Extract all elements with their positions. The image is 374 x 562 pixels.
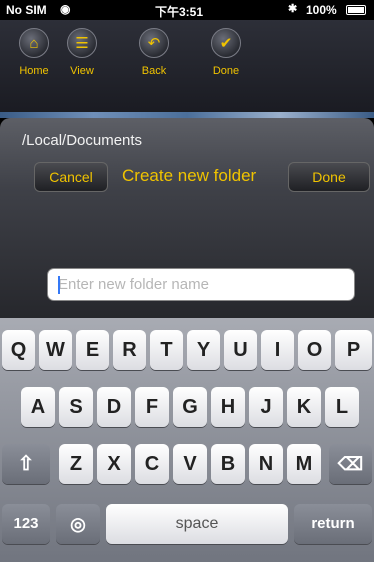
key-s[interactable]: S: [59, 387, 93, 427]
battery-icon: [346, 5, 366, 15]
create-folder-dialog: /Local/Documents Cancel Create new folde…: [0, 118, 374, 318]
key-k[interactable]: K: [287, 387, 321, 427]
key-m[interactable]: M: [287, 444, 321, 484]
view-label: View: [70, 65, 94, 77]
key-a[interactable]: A: [21, 387, 55, 427]
key-g[interactable]: G: [173, 387, 207, 427]
key-z[interactable]: Z: [59, 444, 93, 484]
shift-icon: ⇧: [17, 453, 35, 475]
key-n[interactable]: N: [249, 444, 283, 484]
key-l[interactable]: L: [325, 387, 359, 427]
status-bar: No SIM ◉ 下午3:51 ✱ 100%: [0, 0, 374, 20]
numbers-key[interactable]: 123: [2, 504, 50, 544]
key-b[interactable]: B: [211, 444, 245, 484]
globe-key[interactable]: ◎: [56, 504, 100, 544]
view-list-icon: ☰: [67, 28, 97, 58]
text-cursor: [58, 276, 60, 294]
space-key[interactable]: space: [106, 504, 288, 544]
home-button[interactable]: ⌂ Home: [8, 28, 60, 77]
key-t[interactable]: T: [150, 330, 183, 370]
key-i[interactable]: I: [261, 330, 294, 370]
dialog-title: Create new folder: [122, 166, 257, 185]
shift-key[interactable]: ⇧: [2, 444, 50, 484]
wifi-icon: ◉: [60, 2, 71, 16]
globe-icon: ◎: [70, 514, 86, 534]
onscreen-keyboard: Q W E R T Y U I O P A S D F G H J K L ⇧ …: [0, 318, 374, 562]
cancel-button[interactable]: Cancel: [34, 162, 108, 192]
key-p[interactable]: P: [335, 330, 372, 370]
key-h[interactable]: H: [211, 387, 245, 427]
key-q[interactable]: Q: [2, 330, 35, 370]
done-toolbar-button[interactable]: ✔ Done: [200, 28, 252, 77]
backspace-icon: ⌫: [337, 454, 364, 474]
status-time: 下午3:51: [155, 5, 204, 19]
key-d[interactable]: D: [97, 387, 131, 427]
key-x[interactable]: X: [97, 444, 131, 484]
key-o[interactable]: O: [298, 330, 331, 370]
key-u[interactable]: U: [224, 330, 257, 370]
carrier-label: No SIM: [6, 3, 47, 17]
key-e[interactable]: E: [76, 330, 109, 370]
key-w[interactable]: W: [39, 330, 72, 370]
back-arrow-icon: ↶: [139, 28, 169, 58]
view-button[interactable]: ☰ View: [56, 28, 108, 77]
key-v[interactable]: V: [173, 444, 207, 484]
done-toolbar-label: Done: [212, 65, 240, 77]
current-path: /Local/Documents: [22, 132, 143, 149]
bluetooth-icon: ✱: [288, 3, 298, 15]
delete-key[interactable]: ⌫: [329, 444, 372, 484]
checkmark-icon: ✔: [211, 28, 241, 58]
home-icon: ⌂: [19, 28, 49, 58]
key-r[interactable]: R: [113, 330, 146, 370]
key-j[interactable]: J: [249, 387, 283, 427]
app-toolbar: ⌂ Home ☰ View ↶ Back ✔ Done: [0, 20, 374, 118]
folder-name-input[interactable]: [47, 268, 355, 301]
back-label: Back: [141, 65, 167, 77]
home-label: Home: [19, 65, 49, 77]
return-key[interactable]: return: [294, 504, 372, 544]
key-y[interactable]: Y: [187, 330, 220, 370]
battery-percent: 100%: [306, 3, 337, 17]
done-button[interactable]: Done: [288, 162, 370, 192]
key-c[interactable]: C: [135, 444, 169, 484]
key-f[interactable]: F: [135, 387, 169, 427]
back-button[interactable]: ↶ Back: [128, 28, 180, 77]
